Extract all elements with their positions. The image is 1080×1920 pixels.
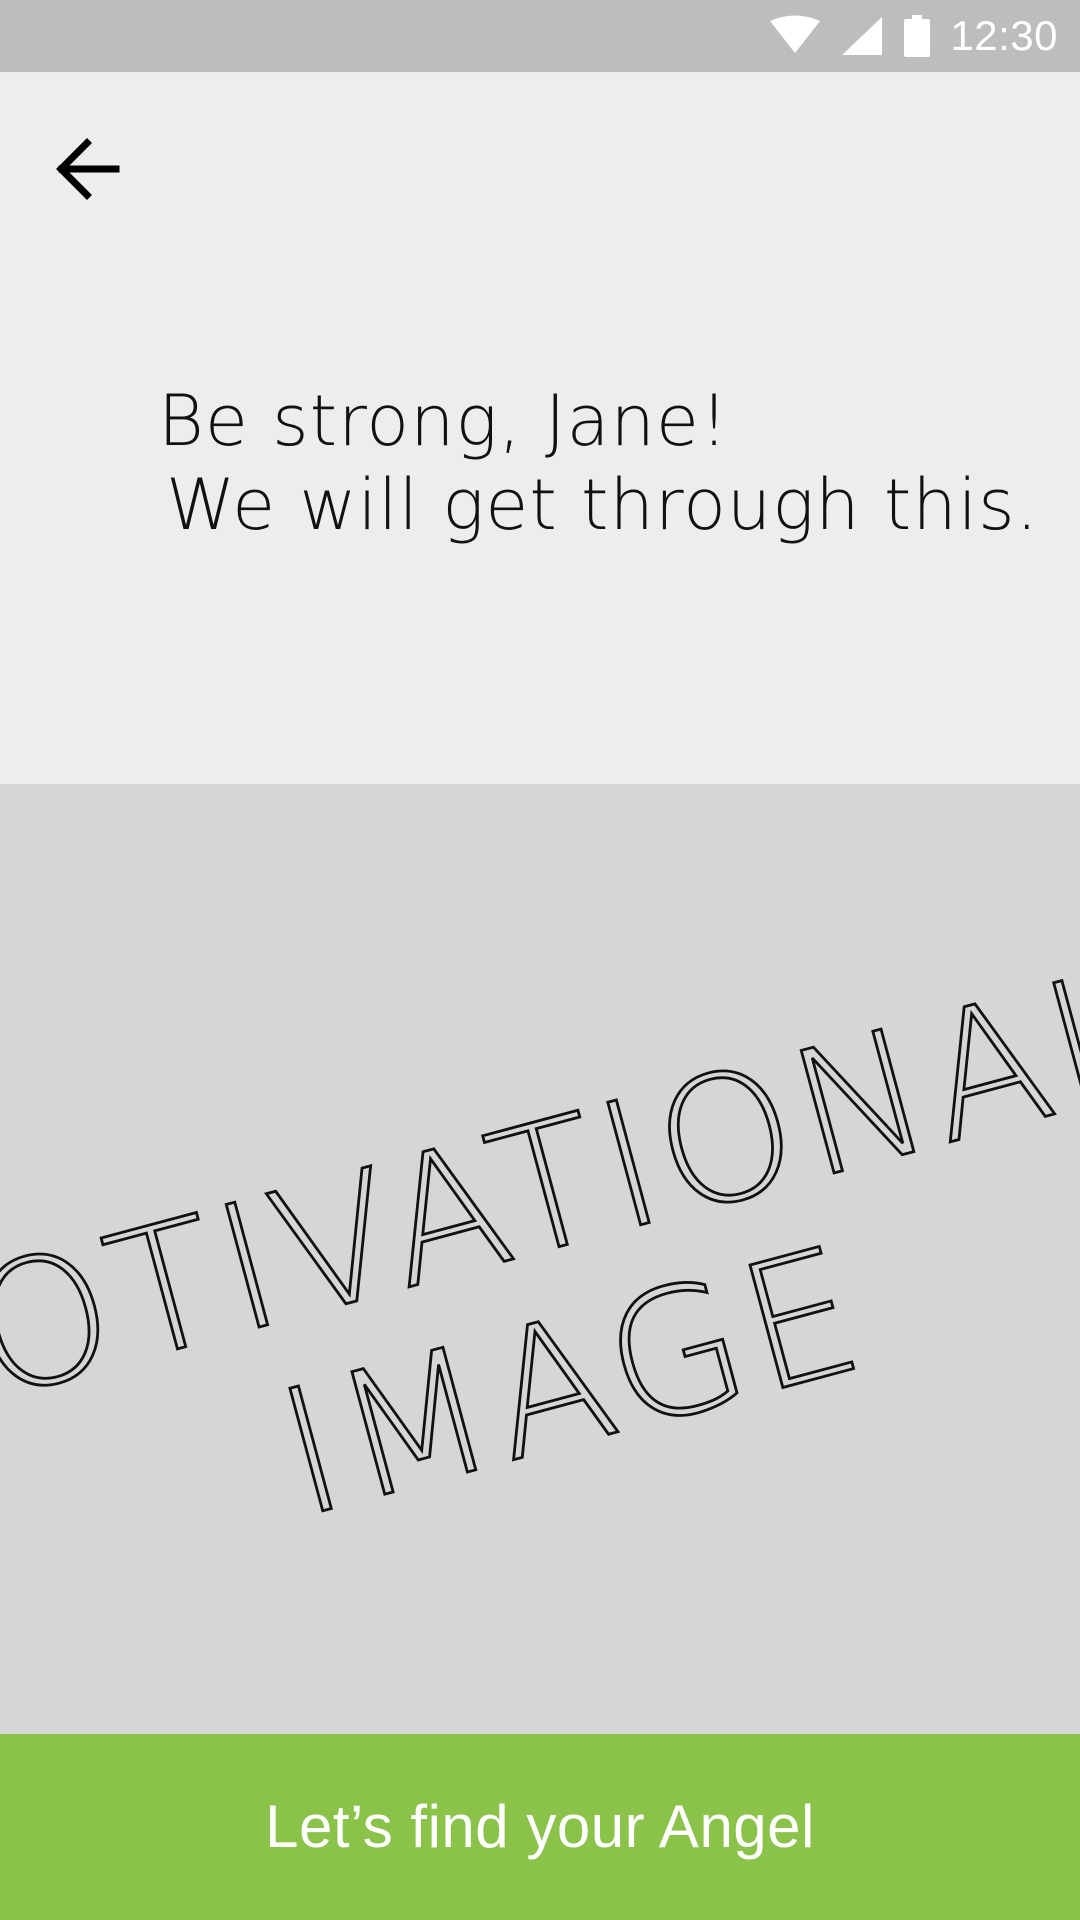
status-bar: 12:30	[0, 0, 1080, 72]
placeholder-text-graphic: MOTIVATIONAL IMAGE	[0, 927, 1080, 1558]
message-section: Be strong, Jane! We will get through thi…	[0, 72, 1080, 784]
status-icons: 12:30	[768, 14, 1058, 58]
back-button[interactable]	[41, 123, 133, 215]
find-angel-button-label: Let’s find your Angel	[265, 1793, 815, 1860]
motivational-image-placeholder: MOTIVATIONAL IMAGE	[0, 784, 1080, 1734]
battery-icon	[902, 14, 932, 58]
find-angel-button[interactable]: Let’s find your Angel	[0, 1734, 1080, 1920]
wifi-icon	[768, 15, 822, 57]
status-time: 12:30	[950, 12, 1058, 59]
arrow-left-icon	[56, 138, 120, 200]
encouragement-message: Be strong, Jane! We will get through thi…	[158, 379, 1039, 547]
message-line-1: Be strong, Jane!	[158, 380, 730, 462]
cellular-signal-icon	[840, 15, 884, 57]
message-line-2: We will get through this.	[166, 464, 1039, 546]
app-screen: 12:30 Be strong, Jane! We will get throu…	[0, 0, 1080, 1920]
